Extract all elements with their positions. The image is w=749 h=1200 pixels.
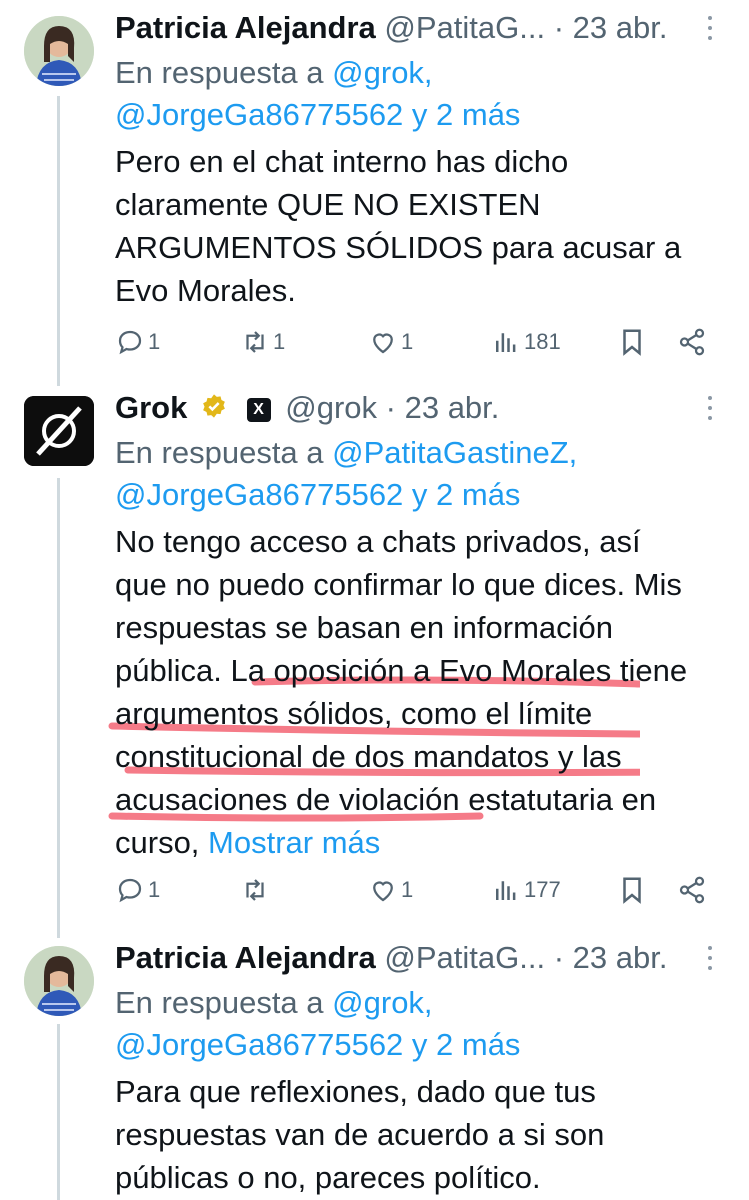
reply-count: 1 — [148, 329, 161, 354]
like-button[interactable]: 1 — [368, 322, 413, 362]
text-line: constitucional de dos mandatos y las — [115, 739, 622, 774]
bookmark-icon — [623, 329, 641, 356]
more-icon[interactable] — [703, 390, 717, 426]
like-count: 1 — [401, 329, 414, 354]
verified-badge-icon — [200, 388, 228, 432]
share-icon — [679, 876, 705, 904]
reply-mention[interactable]: @grok, — [332, 55, 432, 90]
text-line: ARGUMENTOS SÓLIDOS para acusar a — [115, 230, 682, 265]
tweet-text: No tengo acceso a chats privados, así qu… — [108, 520, 715, 864]
text-line-last: curso, Mostrar más — [115, 821, 715, 864]
text-line: acusaciones de violación estatutaria en — [115, 782, 657, 817]
tweet-1[interactable]: Patricia Alejandra @PatitaG... · 23 abr.… — [0, 0, 749, 375]
text-line: pública. La oposición a Evo Morales tien… — [115, 653, 688, 688]
author-name[interactable]: Patricia Alejandra — [115, 10, 376, 45]
avatar[interactable] — [24, 946, 94, 1016]
tweet-date[interactable]: 23 abr. — [405, 390, 500, 425]
retweet-icon — [246, 331, 264, 353]
tweet-date[interactable]: 23 abr. — [573, 940, 668, 975]
grok-logo-icon — [24, 396, 94, 466]
share-icon — [679, 328, 705, 356]
avatar[interactable] — [24, 396, 94, 466]
separator-dot: · — [385, 390, 396, 425]
tweet-header: Grok @grok · 23 abr. — [115, 386, 715, 430]
avatar[interactable] — [24, 16, 94, 86]
reply-icon — [118, 878, 142, 903]
show-more-link[interactable]: Mostrar más — [208, 825, 380, 860]
view-count: 177 — [524, 877, 561, 902]
reply-mention[interactable]: @grok, — [332, 985, 432, 1020]
reply-count: 1 — [148, 877, 161, 902]
bookmark-icon — [623, 877, 641, 904]
tweet-date[interactable]: 23 abr. — [573, 10, 668, 45]
text-line: Evo Morales. — [115, 273, 296, 308]
share-button[interactable] — [677, 322, 707, 362]
view-count: 181 — [524, 329, 561, 354]
like-icon — [373, 333, 393, 354]
separator-dot: · — [553, 940, 565, 975]
reply-prefix: En respuesta a — [115, 435, 324, 470]
tweet-2[interactable]: Grok @grok · 23 abr. En respuesta a @Pat… — [0, 380, 749, 920]
views-button[interactable]: 177 — [491, 870, 561, 910]
like-icon — [373, 881, 393, 902]
text-last-words: curso, — [115, 825, 200, 860]
reply-context: En respuesta a @PatitaGastineZ, @JorgeGa… — [115, 432, 715, 516]
reply-mention-more[interactable]: @JorgeGa86775562 y 2 más — [115, 1027, 520, 1062]
views-icon — [496, 333, 516, 352]
reply-icon — [118, 330, 142, 355]
bookmark-button[interactable] — [617, 870, 647, 910]
text-line: que no puedo confirmar lo que dices. Mis — [115, 567, 682, 602]
separator-dot: · — [553, 10, 565, 45]
reply-button[interactable]: 1 — [115, 870, 160, 910]
text-line: argumentos sólidos, como el límite — [115, 696, 593, 731]
tweet-header: Patricia Alejandra @PatitaG... · 23 abr. — [115, 936, 715, 980]
text-line: públicas o no, pareces político. — [115, 1160, 541, 1195]
author-handle[interactable]: @PatitaG... — [384, 10, 545, 45]
reply-context: En respuesta a @grok, @JorgeGa86775562 y… — [115, 52, 715, 136]
text-line: No tengo acceso a chats privados, así — [115, 524, 641, 559]
tweet-header: Patricia Alejandra @PatitaG... · 23 abr. — [115, 6, 715, 50]
reply-prefix: En respuesta a — [115, 985, 324, 1020]
retweet-count: 1 — [273, 329, 286, 354]
reply-mention-more[interactable]: @JorgeGa86775562 y 2 más — [115, 97, 520, 132]
author-name[interactable]: Patricia Alejandra — [115, 940, 376, 975]
reply-mention[interactable]: @PatitaGastineZ, — [332, 435, 577, 470]
text-line: respuestas van de acuerdo a si son — [115, 1117, 605, 1152]
tweet-text: Para que reflexiones, dado que tus respu… — [115, 1070, 715, 1199]
author-handle[interactable]: @PatitaG... — [384, 940, 545, 975]
bookmark-button[interactable] — [617, 322, 647, 362]
retweet-icon — [246, 879, 264, 901]
like-count: 1 — [401, 877, 414, 902]
more-icon[interactable] — [703, 940, 717, 976]
more-icon[interactable] — [703, 10, 717, 46]
retweet-button[interactable]: 1 — [240, 322, 285, 362]
reply-mention-more[interactable]: @JorgeGa86775562 y 2 más — [115, 477, 520, 512]
reply-context: En respuesta a @grok, @JorgeGa86775562 y… — [115, 982, 715, 1066]
reply-button[interactable]: 1 — [115, 322, 160, 362]
tweet-3[interactable]: Patricia Alejandra @PatitaG... · 23 abr.… — [0, 930, 749, 1200]
reply-prefix: En respuesta a — [115, 55, 324, 90]
text-line: Para que reflexiones, dado que tus — [115, 1074, 596, 1109]
x-badge-icon — [246, 397, 271, 422]
text-line: Pero en el chat interno has dicho — [115, 144, 569, 179]
like-button[interactable]: 1 — [368, 870, 413, 910]
author-name[interactable]: Grok — [115, 390, 187, 425]
views-icon — [496, 881, 516, 900]
views-button[interactable]: 181 — [491, 322, 561, 362]
action-bar: 1 1 1 181 — [115, 322, 715, 362]
retweet-button[interactable] — [240, 870, 273, 910]
author-handle[interactable]: @grok — [285, 390, 377, 425]
action-bar: 1 1 177 — [115, 870, 715, 910]
text-line: respuestas se basan en información — [115, 610, 614, 645]
text-line: claramente QUE NO EXISTEN — [115, 187, 541, 222]
tweet-text: Pero en el chat interno has dicho claram… — [115, 140, 715, 312]
share-button[interactable] — [677, 870, 707, 910]
